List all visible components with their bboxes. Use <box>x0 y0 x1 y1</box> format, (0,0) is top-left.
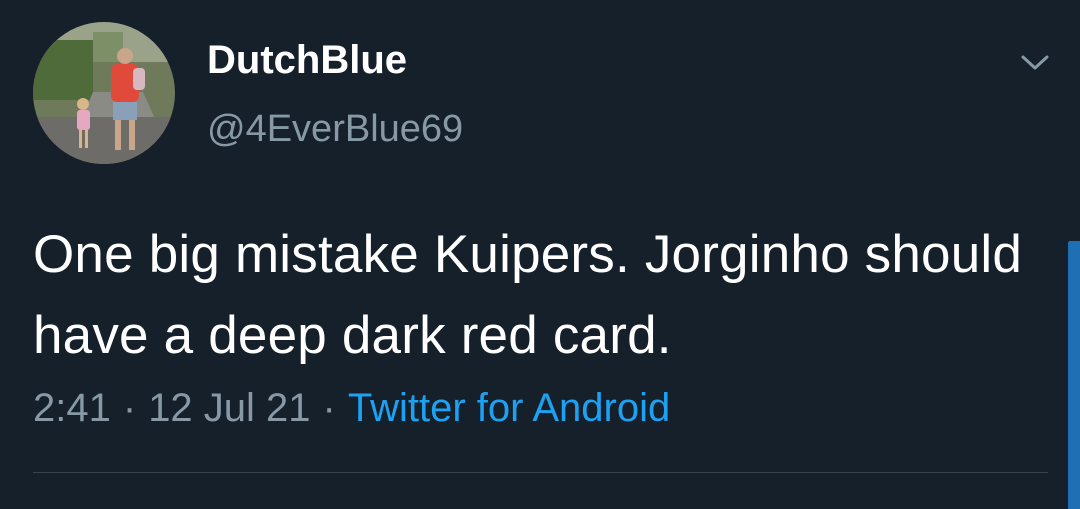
tweet-time[interactable]: 2:41 <box>33 386 111 430</box>
tweet-menu-button[interactable] <box>1012 46 1058 80</box>
display-name[interactable]: DutchBlue <box>207 38 407 83</box>
tweet-text: One big mistake Kuipers. Jorginho should… <box>33 225 1023 365</box>
tweet-meta: 2:41 · 12 Jul 21 · Twitter for Android <box>33 386 670 431</box>
user-handle[interactable]: @4EverBlue69 <box>207 108 463 151</box>
tweet-container: DutchBlue @4EverBlue69 One big mistake K… <box>0 0 1080 509</box>
avatar[interactable] <box>33 22 175 164</box>
meta-separator: · <box>322 386 336 430</box>
tweet-date[interactable]: 12 Jul 21 <box>148 386 310 430</box>
tweet-source-link[interactable]: Twitter for Android <box>348 386 670 430</box>
meta-separator: · <box>122 386 137 430</box>
profile-photo-icon <box>33 22 175 164</box>
divider <box>33 472 1048 473</box>
scrollbar[interactable] <box>1068 241 1080 509</box>
chevron-down-icon <box>1021 55 1049 70</box>
